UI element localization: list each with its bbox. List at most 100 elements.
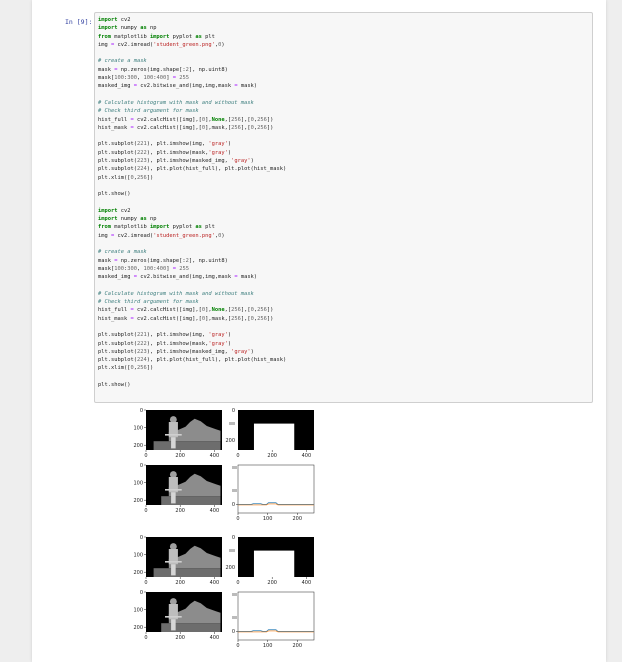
person-legs [171, 437, 176, 449]
code-line: import numpy as np [98, 25, 156, 31]
code-token: cv2.bitwise_and(img,img,mask [136, 274, 235, 281]
ground-area [153, 623, 221, 632]
code-line: plt.xlim([0,256]) [98, 175, 153, 181]
code-token: cv2.calcHist([img],[ [133, 116, 202, 123]
code-token: 'gray' [208, 332, 228, 339]
ground-area [153, 441, 221, 450]
code-line: # Check third argument for mask [98, 108, 199, 114]
code-token: ) [221, 41, 225, 48]
code-token: plt.subplot( [98, 340, 137, 347]
y-tick-label: 0 [140, 463, 143, 469]
code-token: import [98, 207, 118, 214]
code-token: numpy [117, 216, 141, 223]
code-token: ], np.uint8) [188, 257, 228, 264]
code-token: pyplot [169, 33, 196, 40]
code-line: img = cv2.imread('student_green.png',0) [98, 233, 225, 239]
code-token: matplotlib [110, 224, 150, 231]
code-line: mask[100:300, 100:400] = 255 [98, 75, 189, 81]
code-token: plt.subplot( [98, 348, 137, 355]
overlapped-tick-label [229, 422, 235, 425]
code-token: img [98, 232, 111, 239]
code-token: # create a mask [98, 58, 147, 65]
code-token: ], np.uint8) [188, 66, 228, 73]
x-tick-label: 200 [175, 580, 185, 586]
code-token: 300 [127, 265, 137, 272]
code-token: 256 [231, 124, 241, 131]
x-tick-label: 400 [302, 453, 312, 459]
x-tick-label: 200 [175, 453, 185, 459]
x-tick-label: 200 [293, 643, 303, 649]
code-token: 100 [143, 265, 154, 272]
y-tick-label: 0 [140, 408, 143, 414]
code-input-area[interactable]: import cv2 import numpy as np from matpl… [94, 12, 593, 403]
code-token: cv2.bitwise_and(img,img,mask [136, 83, 235, 90]
x-tick-label: 200 [175, 508, 185, 514]
person-head [169, 416, 177, 424]
bench-bar [165, 616, 182, 618]
x-tick-label: 200 [267, 453, 277, 459]
overlapped-tick-label [232, 616, 237, 619]
code-token: import [98, 216, 118, 223]
x-tick-label: 200 [175, 635, 185, 641]
x-tick-label: 0 [144, 508, 147, 514]
code-token: 256 [136, 174, 147, 181]
code-token: ), plt.imshow(mask, [146, 149, 209, 156]
person-head [169, 543, 177, 551]
code-token: mask) [237, 274, 258, 281]
code-token: import [149, 33, 170, 40]
code-token: 223 [136, 348, 147, 355]
code-token: ]) [266, 116, 274, 123]
y-tick-label: 200 [225, 565, 235, 571]
code-token: 400 [156, 265, 167, 272]
code-token: plt.subplot( [98, 158, 137, 165]
code-token: ), plt.imshow(masked_img, [146, 348, 232, 355]
code-line: plt.xlim([0,256]) [98, 365, 153, 371]
x-tick-label: 400 [210, 508, 220, 514]
x-tick-label: 0 [144, 635, 147, 641]
code-line: # Check third argument for mask [98, 299, 199, 305]
mask-left-shade [146, 592, 162, 632]
code-token: ), plt.imshow(img, [146, 141, 209, 148]
code-token: plt.subplot( [98, 357, 137, 364]
code-token: ]) [146, 174, 154, 181]
code-token: 255 [179, 75, 189, 82]
code-token: cv2.calcHist([img],[ [133, 315, 202, 322]
mask-left-shade [146, 465, 162, 505]
code-token: hist_mask [98, 315, 131, 322]
code-token: hist_full [98, 307, 131, 314]
code-token: 222 [136, 340, 147, 347]
code-token: from [98, 224, 111, 231]
code-token: plt.subplot( [98, 166, 137, 173]
code-line: plt.subplot(222), plt.imshow(mask,'gray'… [98, 150, 231, 156]
code-line: # Calculate histogram with mask and with… [98, 100, 254, 106]
code-token: cv2.calcHist([img],[ [133, 124, 202, 131]
histogram-axes [237, 591, 315, 641]
code-token: hist_full [98, 116, 131, 123]
code-token: 221 [136, 332, 147, 339]
code-line: import cv2 [98, 208, 130, 214]
code-token: plt.show() [98, 191, 131, 198]
bench-bar [165, 489, 182, 491]
code-line: plt.subplot(224), plt.plot(hist_full), p… [98, 166, 286, 172]
code-token: cv2.imread( [114, 232, 154, 239]
x-tick-label: 400 [210, 580, 220, 586]
bench-bar [165, 561, 182, 563]
code-token: np.zeros(img.shape[: [117, 66, 186, 73]
code-token: ]) [266, 307, 274, 314]
code-line: hist_mask = cv2.calcHist([img],[0],mask,… [98, 125, 273, 131]
code-token: ],[ [240, 315, 251, 322]
code-editor[interactable]: import cv2 import numpy as np from matpl… [98, 16, 286, 389]
code-token: ) [250, 348, 254, 355]
code-token: ) [227, 149, 232, 156]
code-token: np [146, 216, 157, 223]
person-head [169, 471, 177, 479]
x-tick-label: 0 [144, 580, 147, 586]
bench-bar [165, 434, 182, 436]
code-token: cv2 [117, 207, 131, 214]
cell-output: 0 200 400 0 100 200 200 400 0 0 200 0 200 400 0 100 200 0… [112, 404, 332, 658]
code-token: 256 [257, 307, 267, 314]
x-tick-label: 400 [210, 453, 220, 459]
code-line: plt.subplot(223), plt.imshow(masked_img,… [98, 349, 254, 355]
y-tick-label: 0 [232, 408, 235, 414]
code-token: import [98, 17, 118, 23]
